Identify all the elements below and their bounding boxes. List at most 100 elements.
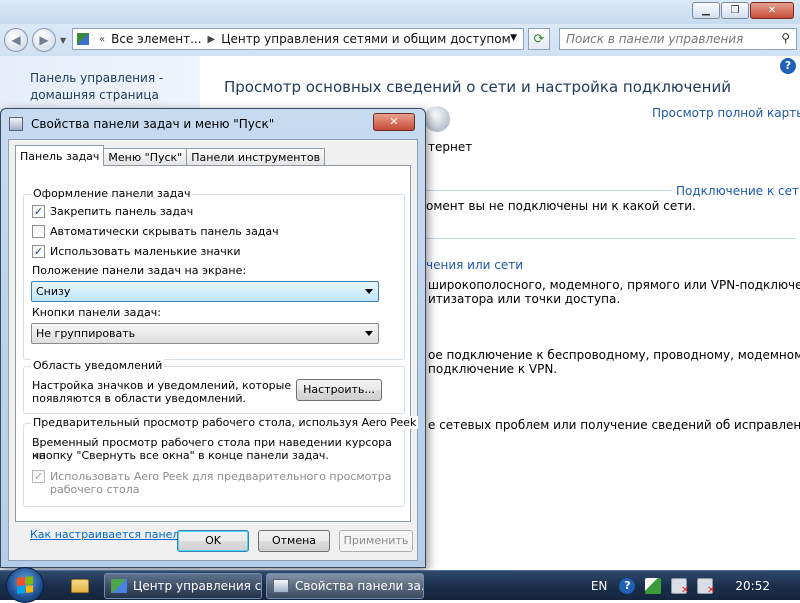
refresh-icon: ⟳: [533, 31, 545, 47]
customize-button[interactable]: Настроить...: [296, 379, 382, 401]
connect-to-network-link[interactable]: Подключение к сети: [676, 184, 800, 198]
notification-desc-line1: Настройка значков и уведомлений, которые: [32, 379, 292, 392]
apply-button[interactable]: Применить: [339, 530, 413, 552]
restore-icon: ❐: [730, 5, 740, 16]
forward-button[interactable]: ▶: [32, 28, 56, 52]
address-dropdown-icon[interactable]: ▼: [510, 33, 517, 43]
aero-peek-label: Использовать Aero Peek для предварительн…: [50, 470, 392, 496]
lock-taskbar-label: Закрепить панель задач: [50, 205, 194, 218]
explorer-pinned-button[interactable]: [66, 575, 94, 597]
taskbar-button-label: Свойства панели за...: [295, 579, 424, 593]
control-panel-icon: [111, 579, 127, 593]
autohide-label: Автоматически скрывать панель задач: [50, 225, 279, 238]
connect-description-line2: подключение к VPN.: [428, 362, 558, 376]
back-button[interactable]: ◀: [4, 28, 28, 52]
group-legend-appearance: Оформление панели задач: [31, 187, 193, 200]
breadcrumb-arrow-icon[interactable]: ▶: [208, 34, 216, 45]
group-notification-area: Область уведомлений Настройка значков и …: [23, 359, 405, 414]
section-divider: [426, 190, 672, 191]
troubleshoot-description: е сетевых проблем или получение сведений…: [428, 418, 800, 432]
taskbar-button-taskbar-properties[interactable]: Свойства панели за...: [266, 573, 424, 599]
tab-panel-taskbar: Оформление панели задач ✓ Закрепить пане…: [15, 165, 419, 541]
search-placeholder: Поиск в панели управления: [566, 32, 744, 46]
breadcrumb-separator-icon: «: [99, 33, 106, 45]
aero-peek-label-line1: Использовать Aero Peek для предварительн…: [50, 470, 392, 483]
notification-desc-line2: появляются в области уведомлений.: [32, 392, 247, 405]
home-link-line2: домашняя страница: [30, 88, 159, 102]
taskbar-button-network-center[interactable]: Центр управления с...: [104, 573, 262, 599]
ok-button[interactable]: OK: [177, 530, 249, 552]
group-legend-notification: Область уведомлений: [31, 359, 165, 372]
lock-taskbar-check-icon: ✓: [32, 205, 45, 218]
group-aero-peek: Предварительный просмотр рабочего стола,…: [23, 416, 419, 507]
tab-taskbar[interactable]: Панель задач: [15, 145, 105, 166]
tab-start-menu[interactable]: Меню "Пуск": [103, 148, 188, 166]
dialog-close-button[interactable]: ✕: [373, 113, 415, 131]
refresh-button[interactable]: ⟳: [528, 28, 550, 50]
start-button[interactable]: [6, 567, 44, 603]
clock[interactable]: 20:52: [735, 579, 770, 593]
full-map-link[interactable]: Просмотр полной карты: [652, 106, 800, 120]
internet-label: тернет: [428, 140, 473, 154]
aero-peek-desc-line2: кнопку "Свернуть все окна" в конце панел…: [32, 449, 329, 462]
aero-peek-checkbox[interactable]: ✓ Использовать Aero Peek для предварител…: [32, 470, 392, 496]
window-controls: ▁ ❐ ✕: [691, 2, 794, 19]
chevron-down-icon: [365, 289, 373, 294]
taskbar-buttons-label: Кнопки панели задач:: [32, 306, 161, 319]
close-icon: ✕: [767, 5, 777, 16]
taskbar-buttons-select[interactable]: Не группировать: [31, 323, 379, 344]
not-connected-text: омент вы не подключены ни к какой сети.: [426, 199, 696, 213]
setup-description-line1: широкополосного, модемного, прямого или …: [428, 278, 800, 292]
volume-muted-icon[interactable]: ✕: [697, 578, 715, 596]
close-window-button[interactable]: ✕: [750, 2, 794, 19]
setup-description-line2: итизатора или точки доступа.: [428, 292, 621, 306]
autohide-check-box: [32, 225, 45, 238]
minimize-button[interactable]: ▁: [692, 2, 720, 19]
address-row: ◀ ▶ ▼ « Все элемент... ▶ Центр управлени…: [0, 24, 800, 56]
small-icons-label: Использовать маленькие значки: [50, 245, 241, 258]
group-legend-aero-peek: Предварительный просмотр рабочего стола,…: [31, 416, 419, 429]
notification-area: EN ? ✕ ✕ 20:52: [591, 571, 800, 601]
taskbar-position-select[interactable]: Снизу: [31, 281, 379, 302]
taskbar-properties-dialog: Свойства панели задач и меню "Пуск" ✕ Па…: [0, 108, 426, 568]
back-arrow-icon: ◀: [11, 33, 21, 47]
tab-toolbars[interactable]: Панели инструментов: [186, 148, 326, 166]
connect-description-line1: ое подключение к беспроводному, проводно…: [428, 348, 800, 362]
page-title: Просмотр основных сведений о сети и наст…: [224, 78, 731, 96]
small-icons-check-icon: ✓: [32, 245, 45, 258]
search-input[interactable]: Поиск в панели управления ⚲: [559, 28, 797, 50]
setup-connection-link[interactable]: чения или сети: [426, 258, 523, 272]
aero-peek-label-line2: рабочего стола: [50, 483, 140, 496]
recent-pages-dropdown-icon[interactable]: ▼: [60, 36, 66, 45]
action-center-flag-icon[interactable]: [645, 578, 662, 594]
section-divider: [426, 238, 796, 239]
search-icon[interactable]: ⚲: [781, 31, 790, 45]
group-taskbar-appearance: Оформление панели задач ✓ Закрепить пане…: [23, 187, 405, 360]
aero-peek-check-icon: ✓: [32, 470, 45, 483]
small-icons-checkbox[interactable]: ✓ Использовать маленькие значки: [32, 245, 241, 258]
network-disconnected-icon[interactable]: ✕: [671, 578, 689, 596]
help-tray-icon[interactable]: ?: [619, 578, 636, 594]
taskbar: Центр управления с... Свойства панели за…: [0, 567, 800, 603]
language-indicator[interactable]: EN: [591, 579, 608, 593]
dialog-title: Свойства панели задач и меню "Пуск": [31, 117, 275, 131]
home-link-line1: Панель управления -: [30, 71, 164, 85]
minimize-icon: ▁: [702, 5, 710, 16]
help-icon[interactable]: ?: [780, 58, 796, 74]
dialog-titlebar[interactable]: Свойства панели задач и меню "Пуск" ✕: [1, 109, 425, 139]
autohide-taskbar-checkbox[interactable]: Автоматически скрывать панель задач: [32, 225, 279, 238]
lock-taskbar-checkbox[interactable]: ✓ Закрепить панель задач: [32, 205, 193, 218]
address-bar[interactable]: « Все элемент... ▶ Центр управления сетя…: [72, 28, 524, 50]
tab-strip: Панель задач Меню "Пуск" Панели инструме…: [15, 145, 326, 166]
taskbar-properties-icon: [273, 579, 289, 593]
position-label: Положение панели задач на экране:: [32, 264, 247, 277]
control-panel-home-link[interactable]: Панель управления - домашняя страница: [30, 70, 163, 104]
breadcrumb-network-center[interactable]: Центр управления сетями и общим доступом: [221, 32, 510, 46]
folder-icon: [71, 579, 89, 593]
maximize-button[interactable]: ❐: [721, 2, 749, 19]
breadcrumb-all-items[interactable]: Все элемент...: [111, 32, 201, 46]
taskbar-buttons-value: Не группировать: [36, 327, 136, 340]
internet-globe-icon: [424, 106, 450, 132]
taskbar-properties-icon: [9, 117, 23, 131]
cancel-button[interactable]: Отмена: [258, 530, 330, 552]
